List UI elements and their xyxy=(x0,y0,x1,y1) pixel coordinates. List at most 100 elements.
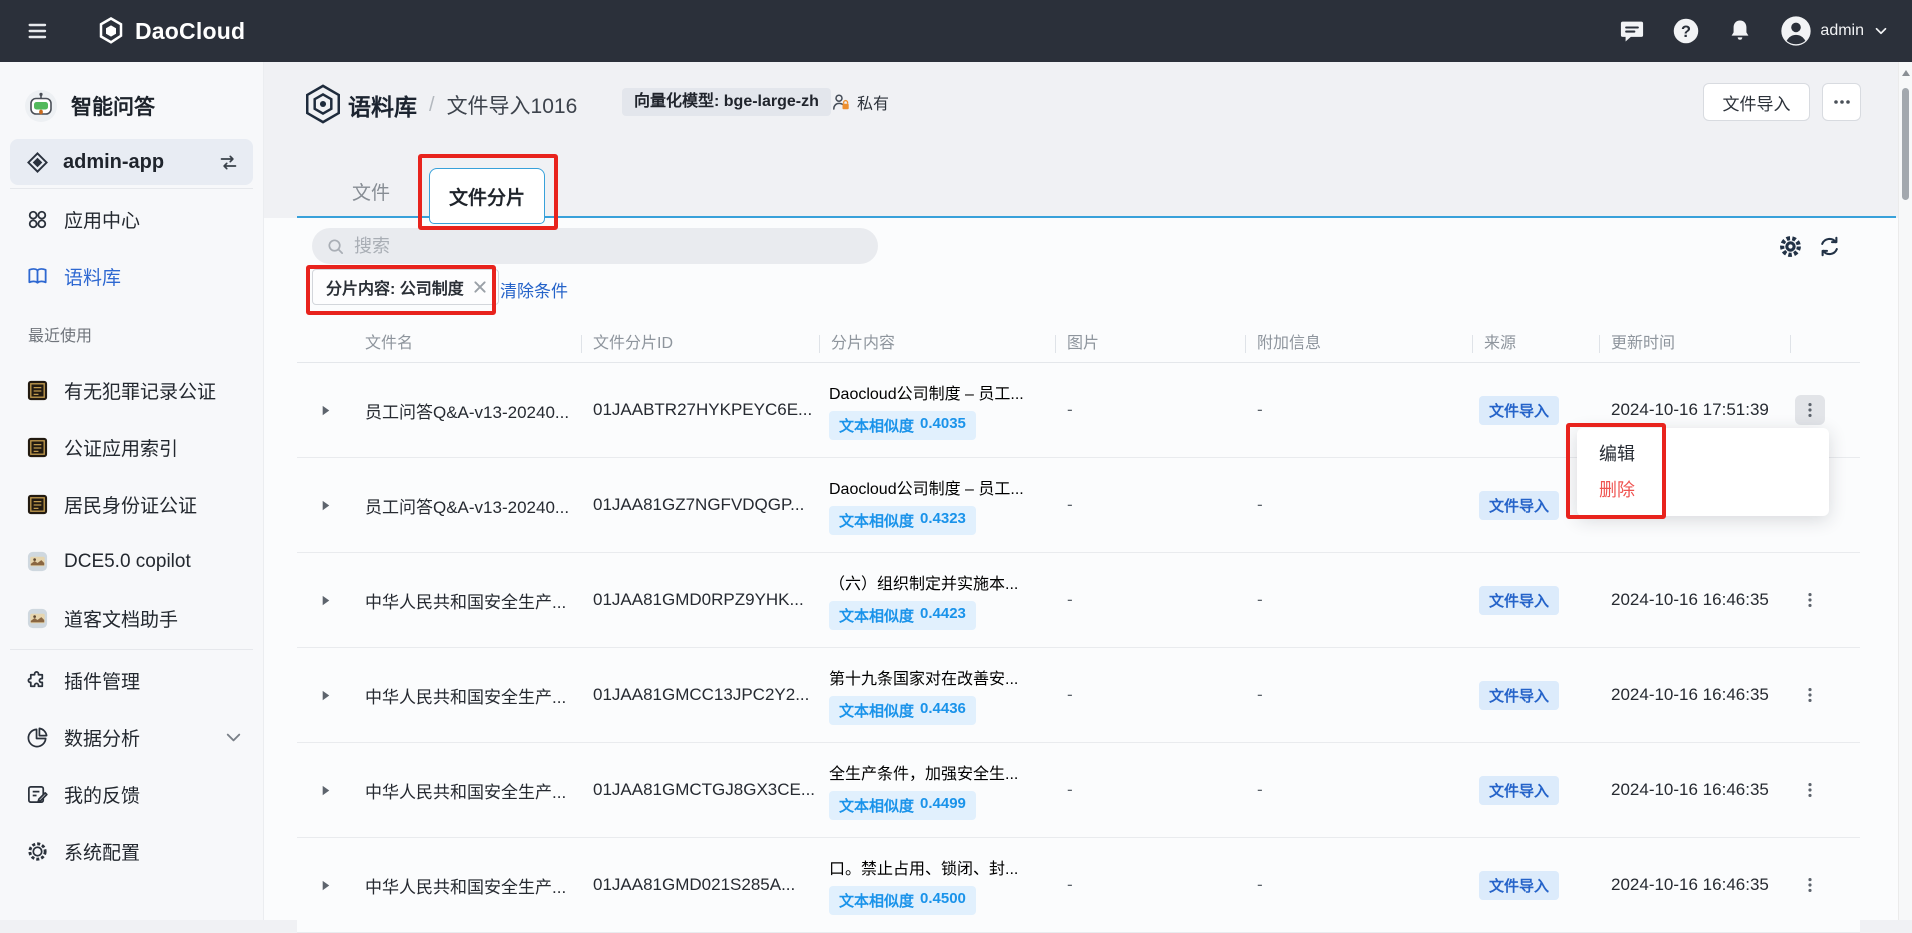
header-cell: 附加信息 xyxy=(1245,334,1472,354)
visibility-text: 私有 xyxy=(857,90,889,114)
sidebar-item-admin-app[interactable]: admin-app xyxy=(10,139,253,185)
menu-item-edit[interactable]: 编辑 xyxy=(1577,436,1829,472)
scrollbar-thumb[interactable] xyxy=(1902,88,1909,200)
extra-info-cell: - xyxy=(1245,875,1472,895)
sidebar-item-feedback[interactable]: 我的反馈 xyxy=(0,766,263,823)
pie-icon xyxy=(26,726,49,749)
sidebar-item-label: 数据分析 xyxy=(64,724,207,751)
chunk-content-cell: （六）组织制定并实施本... 文本相似度 0.4423 xyxy=(819,570,1055,630)
chunk-id-cell: 01JAABTR27HYKPEYC6E... xyxy=(581,400,819,420)
expand-icon[interactable] xyxy=(318,878,333,893)
similarity-label: 文本相似度 xyxy=(839,890,914,911)
updated-at-cell: 2024-10-16 17:51:39 xyxy=(1599,400,1790,420)
image-cell: - xyxy=(1055,875,1245,895)
breadcrumb: 语料库 / 文件导入1016 xyxy=(348,88,577,122)
sidebar-item-label: 我的反馈 xyxy=(64,781,245,808)
help-icon[interactable]: ? xyxy=(1672,17,1700,45)
sidebar-item-pie[interactable]: 数据分析 xyxy=(0,709,263,766)
similarity-value: 0.4035 xyxy=(920,415,966,436)
feedback-icon xyxy=(26,783,49,806)
expand-icon[interactable] xyxy=(318,403,333,418)
sidebar-item-grid[interactable]: 应用中心 xyxy=(0,191,263,248)
sidebar-item-seal[interactable]: 居民身份证公证 xyxy=(0,476,263,533)
header-cell: 文件名 xyxy=(353,334,581,354)
image-cell: - xyxy=(1055,400,1245,420)
tab-file-chunks[interactable]: 文件分片 xyxy=(429,168,545,224)
filter-chip-label: 分片内容: 公司制度 xyxy=(326,275,464,299)
chunk-content-text: （六）组织制定并实施本... xyxy=(829,570,1055,594)
sidebar-item-seal[interactable]: 有无犯罪记录公证 xyxy=(0,362,263,419)
expand-icon[interactable] xyxy=(318,593,333,608)
search-bar[interactable] xyxy=(312,228,878,264)
expander-cell xyxy=(297,878,353,893)
extra-info-cell: - xyxy=(1245,780,1472,800)
sidebar-item-label: 系统配置 xyxy=(64,838,245,865)
sidebar-item-label: 有无犯罪记录公证 xyxy=(64,377,245,404)
more-actions-button[interactable] xyxy=(1822,83,1861,121)
user-menu[interactable]: admin xyxy=(1780,15,1890,47)
sidebar-item-label: admin-app xyxy=(63,151,204,174)
menu-icon[interactable] xyxy=(22,14,56,48)
kebab-menu-button[interactable] xyxy=(1795,585,1825,615)
gear-icon xyxy=(26,840,49,863)
chunk-content-text: Daocloud公司制度 – 员工... xyxy=(829,475,1055,499)
app-title-label: 智能问答 xyxy=(71,91,155,121)
menu-item-delete[interactable]: 删除 xyxy=(1577,472,1829,508)
expand-icon[interactable] xyxy=(318,688,333,703)
source-cell: 文件导入 xyxy=(1472,586,1599,615)
scroll-up-arrow[interactable] xyxy=(1902,70,1910,76)
sidebar-item-photo[interactable]: DCE5.0 copilot xyxy=(0,533,263,590)
settings-gear-icon[interactable] xyxy=(1778,234,1803,259)
chunk-content-text: 口。禁止占用、锁闭、封... xyxy=(829,855,1055,879)
brand-logo[interactable]: DaoCloud xyxy=(96,16,245,46)
kebab-menu-button[interactable] xyxy=(1795,775,1825,805)
clear-filters-link[interactable]: 清除条件 xyxy=(500,277,568,302)
tab-files[interactable]: 文件 xyxy=(352,178,390,205)
similarity-value: 0.4423 xyxy=(920,605,966,626)
header-cell: 图片 xyxy=(1055,334,1245,354)
header-cell: 分片内容 xyxy=(819,334,1055,354)
corpus-hexagon-icon xyxy=(302,83,344,125)
close-icon[interactable] xyxy=(473,280,487,294)
sidebar-item-gear[interactable]: 系统配置 xyxy=(0,823,263,880)
expand-icon[interactable] xyxy=(318,498,333,513)
kebab-menu-button[interactable] xyxy=(1795,395,1825,425)
expand-icon[interactable] xyxy=(318,783,333,798)
file-import-button[interactable]: 文件导入 xyxy=(1703,83,1810,121)
breadcrumb-root[interactable]: 语料库 xyxy=(348,88,417,122)
chunk-content-cell: 口。禁止占用、锁闭、封...文本相似度0.4500 xyxy=(819,855,1055,915)
file-name-cell: 中华人民共和国安全生产... xyxy=(353,683,581,708)
chunk-id-cell: 01JAA81GZ7NGFVDQGP... xyxy=(581,495,819,515)
file-name-cell: 员工问答Q&A-v13-20240... xyxy=(353,398,581,423)
refresh-icon[interactable] xyxy=(1817,234,1842,259)
puzzle-icon xyxy=(26,669,49,692)
sidebar-item-puzzle[interactable]: 插件管理 xyxy=(0,652,263,709)
image-cell: - xyxy=(1055,495,1245,515)
updated-at-cell: 2024-10-16 16:46:35 xyxy=(1599,590,1790,610)
sidebar-item-label: 应用中心 xyxy=(64,206,245,233)
chat-icon[interactable] xyxy=(1618,17,1646,45)
chunks-table: 文件名文件分片ID分片内容图片附加信息来源更新时间 员工问答Q&A-v13-20… xyxy=(297,325,1860,933)
avatar-icon xyxy=(1780,15,1812,47)
table-header-row: 文件名文件分片ID分片内容图片附加信息来源更新时间 xyxy=(297,325,1860,363)
username: admin xyxy=(1820,22,1864,40)
switch-app-icon[interactable] xyxy=(218,152,239,173)
chunk-content-text: 全生产条件，加强安全生... xyxy=(829,760,1055,784)
filter-chip[interactable]: 分片内容: 公司制度 xyxy=(312,269,499,305)
sidebar-item-book[interactable]: 语料库 xyxy=(0,248,263,305)
file-name-cell: 中华人民共和国安全生产... xyxy=(353,873,581,898)
bell-icon[interactable] xyxy=(1726,17,1754,45)
kebab-menu-button[interactable] xyxy=(1795,870,1825,900)
sidebar-item-seal[interactable]: 公证应用索引 xyxy=(0,419,263,476)
row-context-menu: 编辑 删除 xyxy=(1577,428,1829,516)
vertical-scrollbar[interactable] xyxy=(1898,62,1912,920)
search-input[interactable] xyxy=(354,236,864,257)
chunk-content-text: 第十九条国家对在改善安... xyxy=(829,665,1055,689)
sidebar-item-photo[interactable]: 道客文档助手 xyxy=(0,590,263,647)
kebab-menu-button[interactable] xyxy=(1795,680,1825,710)
similarity-value: 0.4499 xyxy=(920,795,966,816)
sidebar-item-label: DCE5.0 copilot xyxy=(64,551,245,573)
chevron-down-icon[interactable] xyxy=(222,726,245,749)
actions-cell xyxy=(1790,870,1860,900)
similarity-label: 文本相似度 xyxy=(839,605,914,626)
